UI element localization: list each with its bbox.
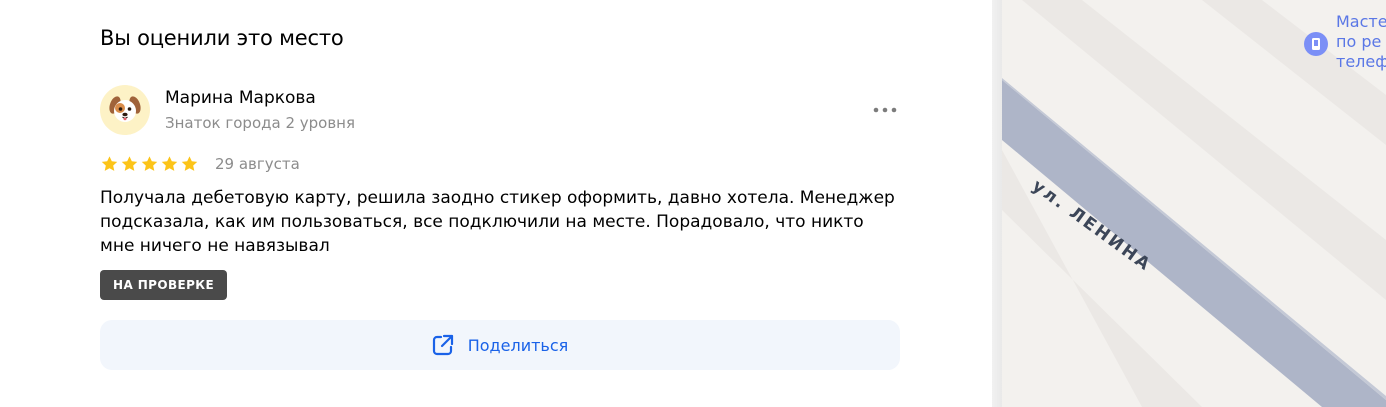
star-icon — [181, 156, 198, 171]
avatar[interactable] — [100, 85, 150, 135]
more-options-button[interactable] — [868, 96, 902, 124]
author-name[interactable]: Марина Маркова — [165, 88, 316, 108]
share-label: Поделиться — [467, 335, 569, 355]
author-level: Знаток города 2 уровня — [165, 114, 356, 132]
panel-divider — [992, 0, 1002, 407]
poi-label-line: по ре — [1336, 32, 1382, 51]
map[interactable]: ул. ЛЕНИНА Масте по ре телеф — [1002, 0, 1386, 407]
review-text: Получала дебетовую карту, решила заодно … — [100, 188, 895, 256]
share-button[interactable]: Поделиться — [100, 320, 900, 370]
poi-label[interactable]: Масте по ре телеф — [1336, 12, 1386, 72]
share-icon — [432, 334, 453, 356]
star-icon — [101, 156, 118, 171]
repair-place-icon[interactable] — [1304, 32, 1328, 56]
star-icon — [121, 156, 138, 171]
star-icon — [141, 156, 158, 171]
review-panel: Вы оценили это место Марина Маркова Знат… — [0, 0, 992, 407]
rating-stars — [100, 155, 199, 173]
poi-label-line: телеф — [1336, 52, 1386, 71]
section-title: Вы оценили это место — [100, 26, 344, 50]
poi-label-line: Масте — [1336, 12, 1386, 31]
dog-face-icon — [109, 96, 141, 122]
status-badge: НА ПРОВЕРКЕ — [100, 270, 228, 300]
more-dots-icon — [873, 107, 897, 113]
star-icon — [161, 156, 178, 171]
review-date: 29 августа — [215, 155, 300, 173]
